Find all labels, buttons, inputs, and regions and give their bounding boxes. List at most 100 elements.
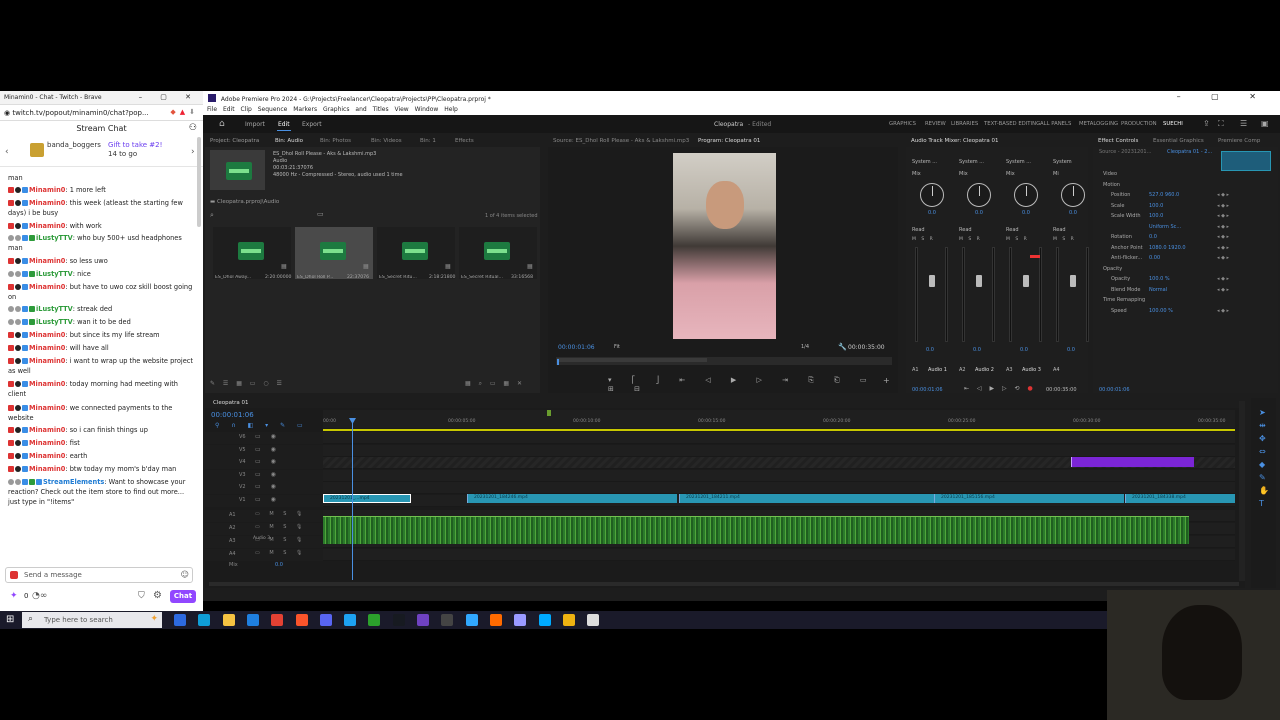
effect-property-row[interactable]: Blend Mode Normal ◂ ◆ ▸ [1099, 287, 1269, 293]
send-message-input[interactable]: Send a message ☺ [5, 567, 193, 583]
chevron-left-icon[interactable]: ‹ [5, 147, 9, 157]
volume-fader[interactable] [976, 275, 982, 287]
effect-property-row[interactable]: Speed 100.00 % ◂ ◆ ▸ [1099, 308, 1269, 314]
user-badges[interactable] [8, 186, 29, 194]
home-icon[interactable]: ⌂ [219, 119, 225, 129]
program-playhead[interactable] [557, 359, 559, 365]
timeline-tab[interactable]: Cleopatra 01 [213, 400, 249, 406]
steam-icon[interactable] [392, 614, 405, 626]
channel-points-icon[interactable]: ✦ [10, 591, 18, 601]
bin-thumbnail[interactable]: ▦ ES_Dhol Away... 2:20:00000 [213, 227, 291, 280]
mail-icon[interactable] [246, 614, 259, 626]
gift-user[interactable]: banda_boggers [47, 141, 101, 149]
program-fit[interactable]: Fit [614, 344, 620, 350]
chat-username[interactable]: iLustyTTV [36, 270, 73, 278]
tab-export[interactable]: Export [302, 121, 322, 128]
gift-link[interactable]: Gift to take #2! [108, 141, 162, 149]
effect-property-value[interactable]: 100.0 % [1149, 276, 1170, 282]
mixer-channel-mode[interactable]: Mix [912, 171, 921, 177]
app-icon[interactable] [417, 614, 429, 626]
workspace-tab[interactable]: ALL PANELS [1040, 121, 1071, 127]
effect-property-row[interactable]: Rotation 0.0 ◂ ◆ ▸ [1099, 234, 1269, 240]
track-controls[interactable]: ▭ ◉ [255, 458, 280, 465]
mute-solo-record-buttons[interactable]: M S R [1006, 237, 1029, 242]
effect-property-row[interactable]: Opacity 100.0 % ◂ ◆ ▸ [1099, 276, 1269, 282]
menu-icon[interactable]: ☰ [1240, 119, 1247, 128]
effect-property-value[interactable]: 100.0 [1149, 213, 1163, 219]
user-badges[interactable] [8, 357, 29, 365]
effect-property-value[interactable]: 0.00 [1149, 255, 1160, 261]
search-icon[interactable]: ⌕ [210, 211, 214, 220]
video-clip[interactable]: 20231201_184211.mp4 [679, 494, 934, 503]
track-controls[interactable]: ▭ ◉ [255, 433, 280, 440]
user-badges[interactable] [8, 199, 29, 207]
user-badges[interactable] [8, 222, 29, 230]
tab-project[interactable]: Project: Cleopatra [210, 138, 259, 144]
volume-fader[interactable] [1023, 275, 1029, 287]
tab-program[interactable]: Program: Cleopatra 01 [698, 138, 760, 144]
effect-property-value[interactable]: Normal [1149, 287, 1167, 293]
taskbar-search[interactable]: ⌕ Type here to search ✦ [22, 612, 162, 628]
new-bin-icon[interactable]: ▭ [317, 210, 324, 218]
wrench-icon[interactable]: 🔧 [838, 343, 847, 351]
mix-value[interactable]: 0.0 [275, 562, 283, 568]
premiere-icon[interactable] [514, 614, 527, 626]
chat-username[interactable]: Minamin0 [29, 186, 65, 194]
brave-icon[interactable] [295, 614, 308, 626]
effects-target[interactable]: Cleopatra 01 - 2... [1167, 149, 1212, 155]
user-badges[interactable] [8, 257, 29, 265]
keyframe-icon[interactable]: ◂ ◆ ▸ [1217, 234, 1229, 240]
chat-username[interactable]: Minamin0 [29, 380, 65, 388]
user-badges[interactable] [8, 404, 29, 412]
address-bar[interactable]: ◉ twitch.tv/popout/minamin0/chat?pop... … [0, 105, 203, 121]
pan-knob[interactable] [1061, 183, 1085, 207]
effect-property-row[interactable]: Uniform Sc... ◂ ◆ ▸ [1099, 224, 1269, 230]
user-badges[interactable] [8, 318, 36, 326]
menu-items[interactable]: File Edit Clip Sequence Markers Graphics… [207, 106, 458, 113]
timeline-tools[interactable]: ⚲ ∩ ◧ ▾ ✎ ▭ [215, 422, 308, 429]
tools-list[interactable]: ➤ ⇹ ✥ ⇔ ◆ ✎ ✋ T [1259, 406, 1269, 510]
chevron-right-icon[interactable]: › [191, 147, 195, 157]
bin-thumbnail[interactable]: ▦ ES_Secret Ritual... 33:16568 [459, 227, 537, 280]
user-badges[interactable] [8, 270, 36, 278]
keyframe-icon[interactable]: ◂ ◆ ▸ [1217, 287, 1229, 293]
mixer-channel-mode[interactable]: Mi [1053, 171, 1059, 177]
add-button-icon[interactable]: + [883, 376, 890, 385]
automation-mode[interactable]: Read [1053, 227, 1066, 233]
effects-source[interactable]: Source - 20231201... [1099, 149, 1151, 155]
effect-property-row[interactable]: Motion [1099, 182, 1269, 188]
effect-property-value[interactable]: 1080.0 1920.0 [1149, 245, 1186, 251]
settings-gear-icon[interactable]: ⚙ [153, 590, 162, 601]
project-actions[interactable]: ▦ ⌕ ▭ ▦ ✕ [465, 380, 525, 388]
chat-username[interactable]: Minamin0 [29, 452, 65, 460]
chat-send-button[interactable]: Chat [170, 590, 196, 603]
user-badges[interactable] [8, 426, 29, 434]
automation-mode[interactable]: Read [912, 227, 925, 233]
project-toolbar[interactable]: ✎ ☰ ▦ ▭ ○ ☰ [210, 380, 285, 387]
mute-solo-record-buttons[interactable]: M S R [912, 237, 935, 242]
chat-username[interactable]: Minamin0 [29, 404, 65, 412]
effect-property-value[interactable]: 100.00 % [1149, 308, 1173, 314]
tab-edit[interactable]: Edit [278, 121, 290, 128]
keyframe-icon[interactable]: ◂ ◆ ▸ [1217, 255, 1229, 261]
bin-thumbnail[interactable]: ▦ ES_Secret Ritu... 2:18:21800 [377, 227, 455, 280]
video-clip[interactable]: 20231201_...mp4 [323, 494, 411, 503]
effect-property-row[interactable]: Anchor Point 1080.0 1920.0 ◂ ◆ ▸ [1099, 245, 1269, 251]
track-controls[interactable]: ▭ M S 🎙 [255, 550, 306, 556]
automation-mode[interactable]: Read [1006, 227, 1019, 233]
page-info-icon[interactable]: ◉ [4, 109, 10, 117]
user-badges[interactable] [8, 452, 29, 460]
user-badges[interactable] [8, 305, 36, 313]
workspace-tab[interactable]: TEXT-BASED EDITING [984, 121, 1040, 127]
pan-knob[interactable] [920, 183, 944, 207]
volume-fader[interactable] [1070, 275, 1076, 287]
chrome-icon[interactable] [271, 614, 284, 626]
tab-effect-controls[interactable]: Effect Controls [1098, 138, 1138, 144]
effect-property-value[interactable]: 100.0 [1149, 203, 1163, 209]
url-text[interactable]: twitch.tv/popout/minamin0/chat?pop... [12, 109, 148, 117]
illustrator-icon[interactable] [489, 614, 502, 626]
pan-knob[interactable] [1014, 183, 1038, 207]
chat-username[interactable]: Minamin0 [29, 222, 65, 230]
video-clip[interactable]: 20231201_185156.mp4 [934, 494, 1124, 503]
mixer-channel-mode[interactable]: Mix [959, 171, 968, 177]
